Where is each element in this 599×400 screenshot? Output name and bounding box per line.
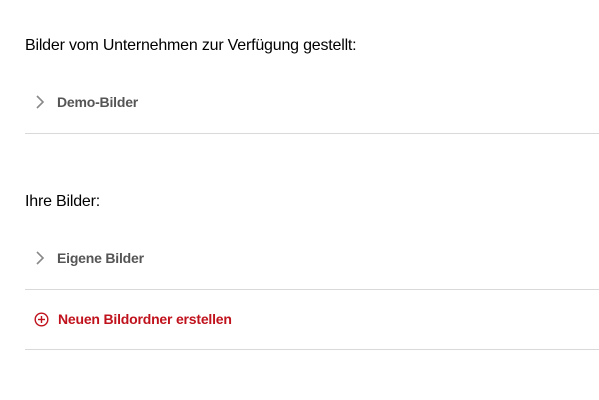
plus-circle-icon — [34, 311, 49, 327]
folder-item-demo-bilder[interactable]: Demo-Bilder — [25, 82, 599, 122]
chevron-right-icon — [33, 250, 47, 266]
folder-item-label: Eigene Bilder — [57, 250, 144, 266]
folder-item-eigene-bilder[interactable]: Eigene Bilder — [25, 238, 599, 278]
folder-item-label: Demo-Bilder — [57, 94, 139, 110]
own-images-heading: Ihre Bilder: — [25, 193, 100, 210]
create-folder-button[interactable]: Neuen Bildordner erstellen — [25, 299, 599, 339]
divider — [25, 133, 599, 134]
company-images-heading: Bilder vom Unternehmen zur Verfügung ges… — [25, 37, 357, 54]
chevron-right-icon — [33, 94, 47, 110]
image-folder-panel: Bilder vom Unternehmen zur Verfügung ges… — [0, 0, 599, 400]
divider — [25, 289, 599, 290]
divider — [25, 349, 599, 350]
create-folder-label: Neuen Bildordner erstellen — [58, 311, 232, 327]
